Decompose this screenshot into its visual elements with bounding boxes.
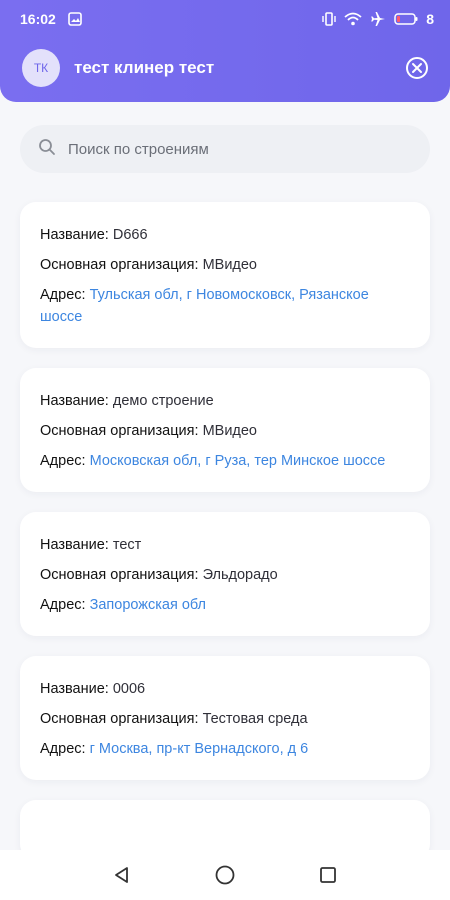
status-time: 16:02: [20, 11, 56, 27]
recents-square-icon: [320, 867, 337, 883]
building-address-row: Адрес: Тульская обл, г Новомосковск, Ряз…: [40, 284, 410, 328]
recents-button[interactable]: [313, 860, 343, 890]
search-bar[interactable]: [20, 125, 430, 173]
back-triangle-icon: [114, 867, 128, 883]
home-circle-icon: [215, 865, 235, 885]
building-org-row: Основная организация: МВидео: [40, 420, 410, 442]
building-org-row: Основная организация: МВидео: [40, 254, 410, 276]
building-address-row: Адрес: Московская обл, г Руза, тер Минск…: [40, 450, 410, 472]
vibrate-icon: [322, 12, 336, 26]
home-button[interactable]: [210, 860, 240, 890]
building-name: демо строение: [112, 393, 214, 409]
building-address-link[interactable]: Запорожская обл: [90, 597, 206, 613]
building-name-row: Название: демо строение: [40, 390, 410, 412]
building-list: Название: D666 Основная организация: МВи…: [20, 202, 430, 880]
app-header: 16:02 8 ТК тест клинер тест: [0, 0, 450, 102]
building-org: МВидео: [202, 423, 258, 439]
system-nav-bar: [0, 850, 450, 900]
building-address-row: Адрес: Запорожская обл: [40, 594, 410, 616]
building-org-row: Основная организация: Эльдорадо: [40, 564, 410, 586]
user-name: тест клинер тест: [74, 58, 215, 77]
building-card[interactable]: Название: 0006 Основная организация: Тес…: [20, 656, 430, 780]
name-label: Название:: [40, 537, 109, 553]
close-icon: [406, 57, 428, 79]
org-label: Основная организация:: [40, 423, 199, 439]
search-icon: [38, 138, 56, 161]
app-bar: ТК тест клинер тест: [22, 48, 430, 88]
close-button[interactable]: [404, 55, 430, 81]
address-label: Адрес:: [40, 453, 86, 469]
airplane-mode-icon: [370, 11, 386, 27]
building-org-row: Основная организация: Тестовая среда: [40, 708, 410, 730]
gallery-notification-icon: [68, 12, 82, 26]
name-label: Название:: [40, 681, 109, 697]
address-label: Адрес:: [40, 741, 86, 757]
building-org: Тестовая среда: [202, 711, 308, 727]
building-org: МВидео: [202, 257, 258, 273]
building-address-row: Адрес: г Москва, пр-кт Вернадского, д 6: [40, 738, 410, 760]
search-input[interactable]: [68, 140, 388, 158]
battery-level: 8: [426, 11, 434, 27]
wifi-icon: [344, 12, 362, 26]
avatar[interactable]: ТК: [22, 49, 60, 87]
building-name-row: Название: 0006: [40, 678, 410, 700]
back-button[interactable]: [107, 860, 137, 890]
name-label: Название:: [40, 393, 109, 409]
status-bar: 16:02 8: [0, 0, 450, 38]
building-address-link[interactable]: г Москва, пр-кт Вернадского, д 6: [90, 741, 309, 757]
building-name: тест: [112, 537, 142, 553]
building-name: D666: [112, 227, 148, 243]
building-org: Эльдорадо: [202, 567, 278, 583]
address-label: Адрес:: [40, 287, 86, 303]
building-address-link[interactable]: Московская обл, г Руза, тер Минское шосс…: [90, 453, 386, 469]
org-label: Основная организация:: [40, 567, 199, 583]
building-name-row: Название: тест: [40, 534, 410, 556]
address-label: Адрес:: [40, 597, 86, 613]
building-card[interactable]: Название: демо строение Основная организ…: [20, 368, 430, 492]
name-label: Название:: [40, 227, 109, 243]
building-address-link[interactable]: Тульская обл, г Новомосковск, Рязанское …: [40, 287, 369, 325]
org-label: Основная организация:: [40, 711, 199, 727]
org-label: Основная организация:: [40, 257, 199, 273]
building-name-row: Название: D666: [40, 224, 410, 246]
building-name: 0006: [112, 681, 146, 697]
building-card[interactable]: Название: тест Основная организация: Эль…: [20, 512, 430, 636]
building-card[interactable]: Название: D666 Основная организация: МВи…: [20, 202, 430, 348]
battery-icon: [394, 13, 418, 25]
